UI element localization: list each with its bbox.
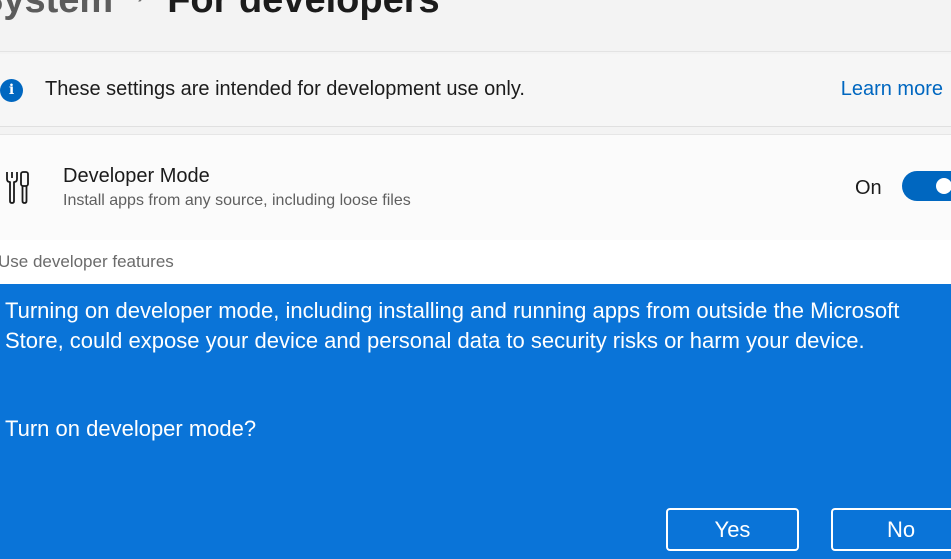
dialog-message: Turning on developer mode, including ins…	[5, 298, 900, 353]
settings-window: System › For developers i These settings…	[0, 0, 951, 559]
developer-mode-title: Developer Mode	[63, 165, 210, 187]
dialog-question: Turn on developer mode?	[5, 416, 257, 441]
header-divider	[0, 51, 951, 52]
yes-button[interactable]: Yes	[666, 508, 799, 551]
info-icon: i	[0, 79, 23, 102]
developer-mode-toggle[interactable]	[902, 171, 951, 201]
tools-icon	[6, 171, 29, 204]
page-title: For developers	[167, 0, 439, 22]
breadcrumb-parent[interactable]: System	[0, 0, 113, 22]
developer-mode-description: Install apps from any source, including …	[63, 192, 411, 209]
no-button[interactable]: No	[831, 508, 951, 551]
info-bar: i These settings are intended for develo…	[0, 54, 951, 127]
dialog-title: Use developer features	[0, 252, 174, 271]
dialog-title-bar: Use developer features	[0, 240, 951, 284]
breadcrumb-separator-icon: ›	[137, 0, 145, 10]
toggle-knob	[936, 178, 951, 194]
info-message: These settings are intended for developm…	[45, 78, 525, 100]
toggle-state-label: On	[855, 177, 882, 199]
developer-mode-card: Developer Mode Install apps from any sou…	[0, 134, 951, 243]
confirmation-dialog: Turning on developer mode, including ins…	[0, 284, 951, 559]
breadcrumb: System › For developers	[0, 0, 440, 30]
learn-more-link[interactable]: Learn more	[841, 78, 943, 101]
